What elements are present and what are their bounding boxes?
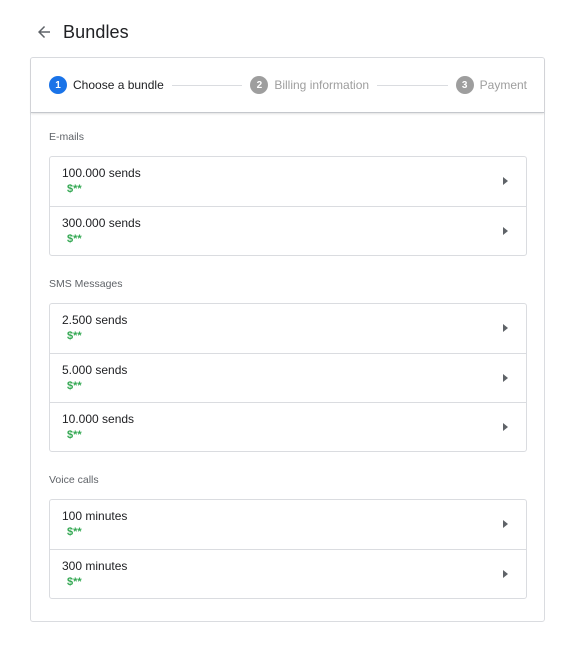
arrow-right-icon (503, 570, 508, 578)
bundle-name: 100 minutes (62, 509, 128, 523)
arrow-right-icon (503, 423, 508, 431)
step-label: Billing information (274, 78, 370, 92)
step-choose-bundle[interactable]: 1 Choose a bundle (49, 76, 164, 94)
list-item[interactable]: 5.000 sends $** (50, 353, 526, 402)
step-connector (171, 84, 243, 86)
step-number-badge: 3 (455, 76, 474, 94)
page-title: Bundles (63, 21, 129, 42)
bundle-price: $** (67, 526, 82, 538)
section-title-sms: SMS Messages (49, 278, 123, 290)
step-number-badge: 2 (250, 76, 269, 94)
arrow-right-icon (503, 177, 508, 185)
list-item[interactable]: 100.000 sends $** (50, 157, 526, 206)
list-item[interactable]: 2.500 sends $** (50, 304, 526, 353)
bundle-price: $** (67, 330, 82, 342)
bundle-name: 2.500 sends (62, 313, 128, 327)
bundles-card: 1 Choose a bundle 2 Billing information … (30, 57, 545, 622)
section-title-voice: Voice calls (49, 474, 99, 486)
bundle-price: $** (67, 429, 82, 441)
voice-list: 100 minutes $** 300 minutes $** (49, 499, 527, 599)
step-label: Payment (479, 78, 528, 92)
bundle-name: 300.000 sends (62, 216, 141, 230)
step-billing-information[interactable]: 2 Billing information (250, 76, 369, 94)
bundle-price: $** (67, 183, 82, 195)
arrow-right-icon (503, 227, 508, 235)
step-connector (377, 84, 448, 86)
bundle-price: $** (67, 233, 82, 245)
back-button[interactable] (33, 21, 55, 43)
step-number-badge: 1 (49, 76, 67, 94)
step-label: Choose a bundle (73, 78, 164, 92)
bundle-name: 300 minutes (62, 559, 128, 573)
sms-list: 2.500 sends $** 5.000 sends $** 10.000 s… (49, 303, 527, 452)
bundle-name: 10.000 sends (62, 412, 135, 426)
arrow-right-icon (503, 324, 508, 332)
arrow-right-icon (503, 520, 508, 528)
list-item[interactable]: 300 minutes $** (50, 549, 526, 598)
section-title-emails: E-mails (49, 131, 85, 143)
bundle-price: $** (67, 576, 82, 588)
arrow-right-icon (503, 374, 508, 382)
emails-list: 100.000 sends $** 300.000 sends $** (49, 156, 527, 256)
list-item[interactable]: 10.000 sends $** (50, 402, 526, 451)
stepper: 1 Choose a bundle 2 Billing information … (31, 58, 544, 113)
list-item[interactable]: 300.000 sends $** (50, 206, 526, 255)
bundle-name: 100.000 sends (62, 166, 141, 180)
list-item[interactable]: 100 minutes $** (50, 500, 526, 549)
step-payment[interactable]: 3 Payment (455, 76, 528, 94)
bundle-name: 5.000 sends (62, 363, 128, 377)
page-header: Bundles (33, 18, 129, 46)
bundle-price: $** (67, 380, 82, 392)
arrow-back-icon (38, 26, 50, 38)
